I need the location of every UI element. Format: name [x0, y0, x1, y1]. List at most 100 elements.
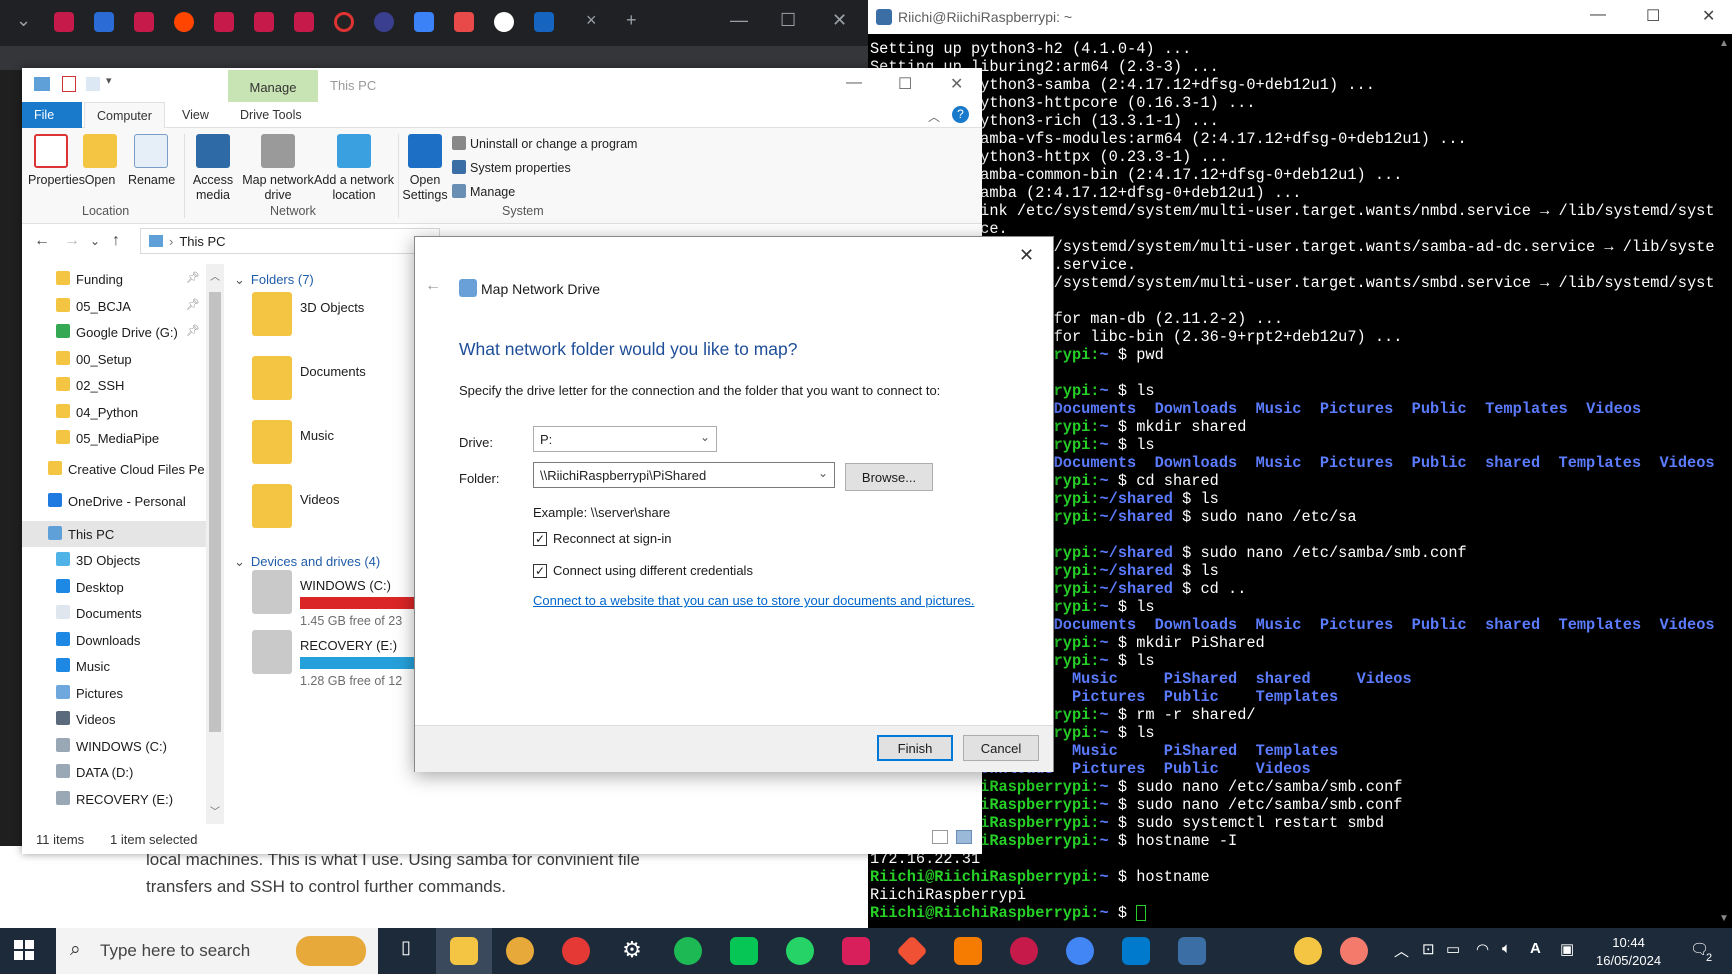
- raspberry-tab-icon[interactable]: [54, 12, 74, 32]
- nav-item[interactable]: 00_Setup: [22, 346, 206, 372]
- raspberry-tab-icon[interactable]: [214, 12, 234, 32]
- nav-item[interactable]: Pictures: [22, 680, 206, 706]
- nav-item[interactable]: RECOVERY (E:): [22, 786, 206, 812]
- uninstall-program-button[interactable]: Uninstall or change a program: [452, 136, 637, 151]
- address-bar[interactable]: › This PC: [140, 228, 440, 254]
- folders-section-header[interactable]: ⌄ Folders (7): [234, 272, 314, 288]
- back-arrow-icon[interactable]: ←: [425, 277, 441, 295]
- nav-item[interactable]: Desktop: [22, 574, 206, 600]
- access-media-button[interactable]: Access media: [190, 134, 236, 203]
- store-documents-link[interactable]: Connect to a website that you can use to…: [533, 593, 975, 608]
- volume-icon[interactable]: 🔈︎: [1502, 940, 1511, 957]
- maximize-icon[interactable]: ☐: [1646, 6, 1660, 26]
- tab-close-icon[interactable]: ×: [586, 10, 597, 31]
- wifi-icon[interactable]: ◠: [1476, 940, 1489, 958]
- google-tab-icon[interactable]: [494, 12, 514, 32]
- minimize-icon[interactable]: —: [730, 10, 748, 31]
- pin-icon[interactable]: 📌︎: [186, 298, 200, 311]
- pen-workspace-icon[interactable]: ▣: [1560, 940, 1574, 958]
- file-explorer-taskbar-icon[interactable]: [450, 937, 478, 965]
- nav-item[interactable]: 04_Python: [22, 399, 206, 425]
- acrobat-taskbar-icon[interactable]: [842, 937, 870, 965]
- raspberry-tab-icon[interactable]: [134, 12, 154, 32]
- nav-item[interactable]: Funding 📌︎: [22, 266, 206, 292]
- raspberry-taskbar-icon[interactable]: [1010, 937, 1038, 965]
- whatsapp-taskbar-icon[interactable]: [786, 937, 814, 965]
- nav-pane-scrollbar[interactable]: ︿ ﹀: [206, 264, 224, 824]
- close-icon[interactable]: ✕: [1702, 6, 1715, 26]
- close-icon[interactable]: ✕: [832, 10, 847, 31]
- nav-item[interactable]: This PC: [22, 520, 206, 547]
- battery-icon[interactable]: ▭: [1446, 940, 1460, 958]
- maximize-icon[interactable]: ☐: [780, 10, 796, 31]
- new-folder-quick-icon[interactable]: [86, 77, 100, 91]
- open-button[interactable]: Open: [82, 134, 118, 188]
- nav-item[interactable]: DATA (D:): [22, 759, 206, 785]
- details-view-icon[interactable]: [932, 830, 948, 844]
- pin-icon[interactable]: 📌︎: [186, 271, 200, 284]
- minimize-icon[interactable]: —: [1590, 6, 1606, 24]
- taskbar-search-box[interactable]: ⌕ Type here to search: [56, 928, 378, 974]
- app-tray-icon[interactable]: [1340, 937, 1368, 965]
- rename-button[interactable]: Rename: [128, 134, 175, 188]
- minimize-icon[interactable]: —: [846, 74, 862, 92]
- raspberry-tab-icon[interactable]: [254, 12, 274, 32]
- close-icon[interactable]: ✕: [950, 74, 963, 94]
- nav-item[interactable]: 05_BCJA 📌︎: [22, 293, 206, 319]
- help-tray-icon[interactable]: [1294, 937, 1322, 965]
- checkbox-box[interactable]: ✓: [533, 564, 547, 578]
- app-tab-icon[interactable]: [414, 12, 434, 32]
- manage-button[interactable]: Manage: [452, 184, 515, 199]
- clock[interactable]: 10:44 16/05/2024: [1596, 934, 1661, 970]
- photos-taskbar-icon[interactable]: [506, 937, 534, 965]
- git-taskbar-icon[interactable]: [896, 935, 928, 967]
- close-icon[interactable]: ✕: [1019, 245, 1034, 266]
- docs-tab-icon[interactable]: [94, 12, 114, 32]
- properties-quick-icon[interactable]: [62, 76, 76, 92]
- spotify-taskbar-icon[interactable]: [674, 937, 702, 965]
- nav-item[interactable]: Videos: [22, 706, 206, 732]
- add-network-location-button[interactable]: Add a network location: [312, 134, 396, 203]
- navigation-pane[interactable]: Funding 📌︎ 05_BCJA 📌︎ Google Drive (G:) 📌︎ 00_…: [22, 264, 206, 824]
- finish-button[interactable]: Finish: [877, 735, 953, 761]
- properties-button[interactable]: Properties: [28, 134, 85, 188]
- vscode-taskbar-icon[interactable]: [1122, 937, 1150, 965]
- system-properties-button[interactable]: System properties: [452, 160, 571, 175]
- back-arrow-icon[interactable]: ←: [34, 232, 50, 250]
- tab-computer[interactable]: Computer: [84, 102, 165, 128]
- code-tab-icon[interactable]: [534, 12, 554, 32]
- nav-item[interactable]: Creative Cloud Files Pe: [22, 456, 206, 482]
- customize-quick-access-icon[interactable]: ▾: [106, 74, 112, 87]
- fusion-taskbar-icon[interactable]: [954, 937, 982, 965]
- folder-path-input[interactable]: \\RiichiRaspberrypi\PiShared ⌄: [533, 462, 835, 488]
- nav-item[interactable]: Documents: [22, 600, 206, 626]
- devices-section-header[interactable]: ⌄ Devices and drives (4): [234, 554, 380, 570]
- recorder-taskbar-icon[interactable]: [562, 937, 590, 965]
- drive-letter-select[interactable]: P: ⌄: [533, 426, 717, 452]
- nav-item[interactable]: OneDrive - Personal: [22, 488, 206, 514]
- scrollbar-thumb[interactable]: [209, 292, 221, 732]
- maximize-icon[interactable]: ☐: [898, 74, 912, 94]
- open-settings-button[interactable]: Open Settings: [402, 134, 448, 203]
- drive-windows-c[interactable]: WINDOWS (C:): [252, 570, 391, 614]
- task-view-icon[interactable]: ▯: [392, 937, 420, 965]
- putty-taskbar-icon[interactable]: [1178, 937, 1206, 965]
- chatbot-tab-icon[interactable]: [374, 12, 394, 32]
- folder-documents[interactable]: Documents: [252, 356, 366, 400]
- reddit-tab-icon[interactable]: [174, 12, 194, 32]
- manage-context-tab[interactable]: Manage: [228, 70, 318, 102]
- nav-item[interactable]: Downloads: [22, 627, 206, 653]
- cancel-button[interactable]: Cancel: [963, 735, 1039, 761]
- terminal-scrollbar[interactable]: ▲ ▼: [1714, 34, 1732, 928]
- windows-start-icon[interactable]: [14, 940, 34, 960]
- drive-recovery-e[interactable]: RECOVERY (E:): [252, 630, 397, 674]
- settings-gear-icon[interactable]: ⚙: [618, 937, 646, 965]
- line-taskbar-icon[interactable]: [730, 937, 758, 965]
- map-network-drive-button[interactable]: Map network drive: [240, 134, 316, 203]
- ime-indicator-icon[interactable]: A: [1530, 940, 1541, 957]
- browse-button[interactable]: Browse...: [845, 463, 933, 491]
- record-tab-icon[interactable]: [334, 12, 354, 32]
- recent-locations-icon[interactable]: ⌄: [90, 234, 100, 248]
- tab-drive-tools[interactable]: Drive Tools: [228, 102, 314, 128]
- network-icon[interactable]: ⊡: [1422, 940, 1435, 958]
